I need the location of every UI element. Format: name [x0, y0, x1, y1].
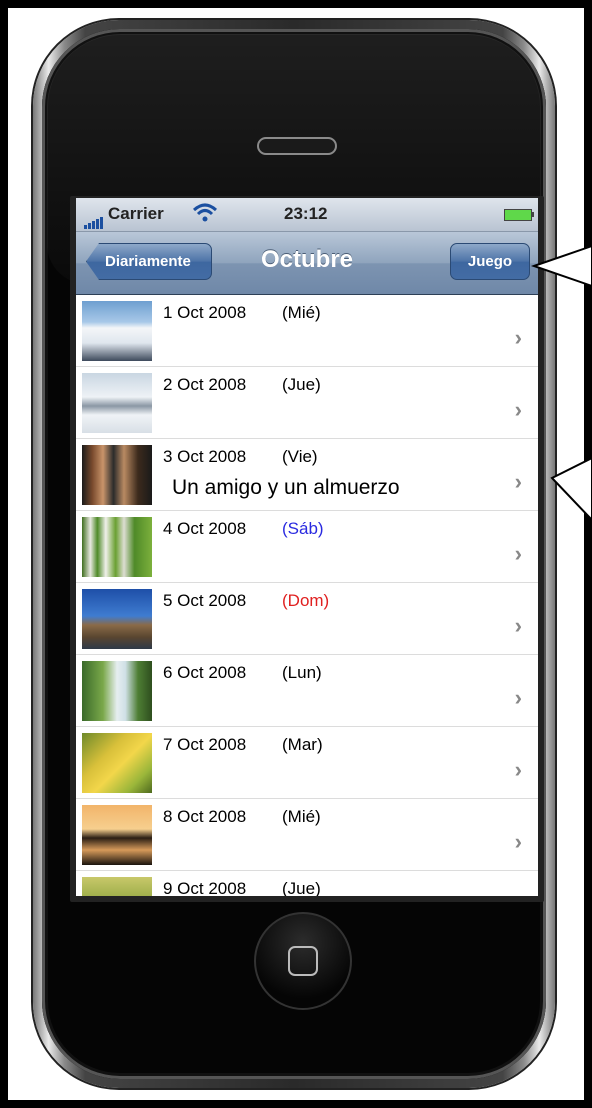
callout-pointer-middle [550, 456, 592, 522]
callout-pointer-top [530, 244, 592, 288]
callout-pointers [530, 244, 592, 522]
